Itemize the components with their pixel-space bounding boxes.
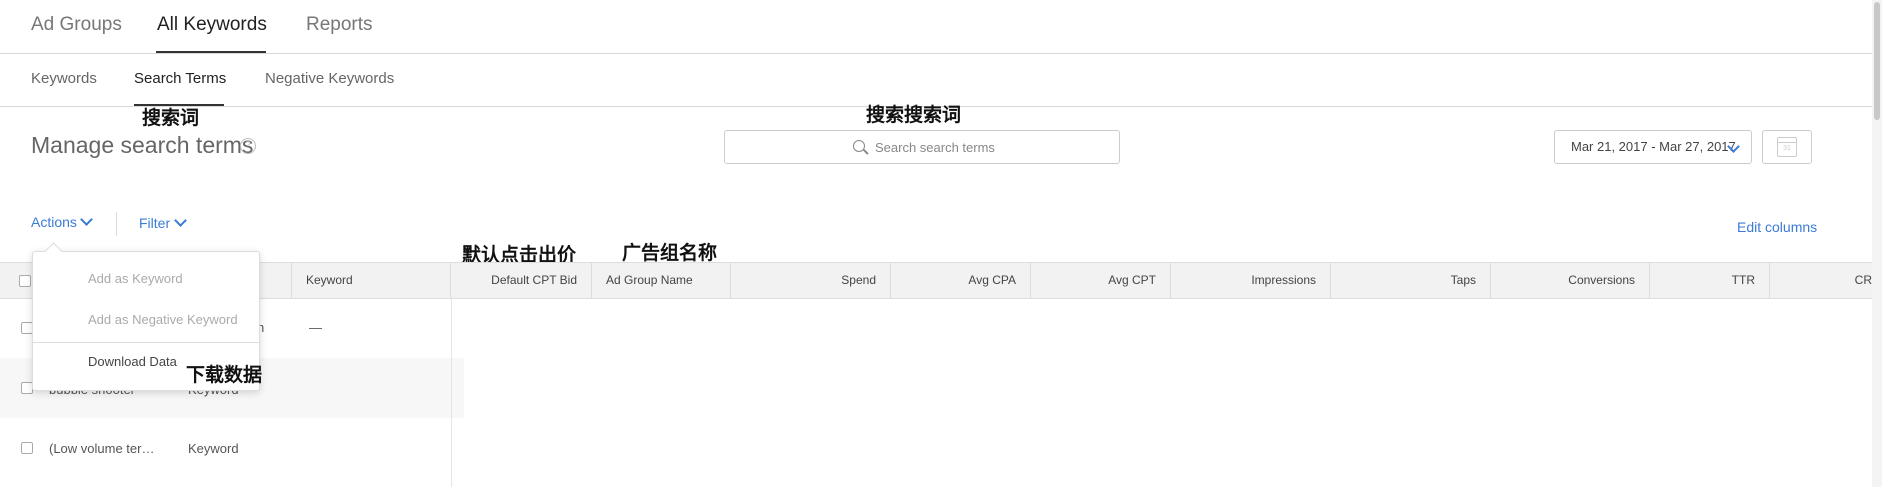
actions-button[interactable]: Actions <box>31 214 77 230</box>
column-header-impressions[interactable]: Impressions <box>1171 263 1331 298</box>
column-header-cr[interactable]: CR <box>1770 263 1872 298</box>
toolbar-divider <box>116 212 117 236</box>
column-header-ad-group-name[interactable]: Ad Group Name <box>592 263 731 298</box>
calendar-button[interactable]: 31 <box>1762 130 1812 164</box>
menu-item-add-as-keyword[interactable]: Add as Keyword <box>88 271 183 286</box>
annotation-ad-group-name: 广告组名称 <box>622 242 718 264</box>
search-icon <box>853 140 865 152</box>
row-keyword: — <box>309 320 322 335</box>
table-row[interactable]: (Low volume ter… Keyword <box>0 418 1872 478</box>
filter-chevron-down-icon <box>174 214 187 227</box>
filter-button[interactable]: Filter <box>139 215 170 231</box>
column-header-spend[interactable]: Spend <box>731 263 891 298</box>
column-header-ttr[interactable]: TTR <box>1650 263 1770 298</box>
column-header-default-cpt-bid[interactable]: Default CPT Bid <box>451 263 592 298</box>
top-tab-bar: Ad Groups All Keywords Reports <box>0 0 1872 54</box>
app-root: Ad Groups All Keywords Reports Keywords … <box>0 0 1882 487</box>
tab-reports[interactable]: Reports <box>306 14 373 36</box>
tab-all-keywords[interactable]: All Keywords <box>157 14 267 36</box>
menu-item-download-data[interactable]: Download Data <box>88 354 177 369</box>
date-range-label: Mar 21, 2017 - Mar 27, 2017 <box>1571 139 1736 154</box>
scrollbar-thumb[interactable] <box>1874 2 1880 120</box>
column-divider <box>451 297 452 487</box>
annotation-search-terms: 搜索词 <box>142 107 200 129</box>
search-box[interactable] <box>724 130 1120 164</box>
menu-item-add-as-negative-keyword[interactable]: Add as Negative Keyword <box>88 312 238 327</box>
table-row[interactable]: h — <box>0 297 1872 357</box>
annotation-search-search-terms: 搜索搜索词 <box>866 104 962 126</box>
help-icon[interactable]: ? <box>240 138 256 154</box>
vertical-scrollbar[interactable] <box>1872 0 1882 487</box>
column-header-taps[interactable]: Taps <box>1331 263 1491 298</box>
edit-columns-link[interactable]: Edit columns <box>1737 219 1817 235</box>
column-header-keyword[interactable]: Keyword <box>292 263 451 298</box>
row-source: Keyword <box>188 441 239 456</box>
dropdown-caret <box>44 242 63 261</box>
subtab-keywords[interactable]: Keywords <box>31 70 97 87</box>
calendar-icon: 31 <box>1777 137 1797 157</box>
tab-ad-groups[interactable]: Ad Groups <box>31 14 122 36</box>
column-header-conversions[interactable]: Conversions <box>1491 263 1650 298</box>
search-input[interactable] <box>875 137 1105 157</box>
row-checkbox[interactable] <box>21 442 33 454</box>
column-header-avg-cpt[interactable]: Avg CPT <box>1031 263 1171 298</box>
subtab-search-terms[interactable]: Search Terms <box>134 70 226 87</box>
date-range-picker[interactable]: Mar 21, 2017 - Mar 27, 2017 <box>1554 130 1752 164</box>
row-search-term: (Low volume ter… <box>49 441 155 456</box>
column-header-avg-cpa[interactable]: Avg CPA <box>891 263 1031 298</box>
menu-separator <box>33 342 259 343</box>
actions-chevron-down-icon <box>80 213 93 226</box>
annotation-download-data: 下载数据 <box>186 364 263 386</box>
subtab-negative-keywords[interactable]: Negative Keywords <box>265 70 394 87</box>
sub-tab-bar: Keywords Search Terms Negative Keywords <box>0 53 1872 107</box>
table-header: Keyword Default CPT Bid Ad Group Name Sp… <box>0 262 1872 299</box>
page-title: Manage search terms <box>31 132 254 158</box>
